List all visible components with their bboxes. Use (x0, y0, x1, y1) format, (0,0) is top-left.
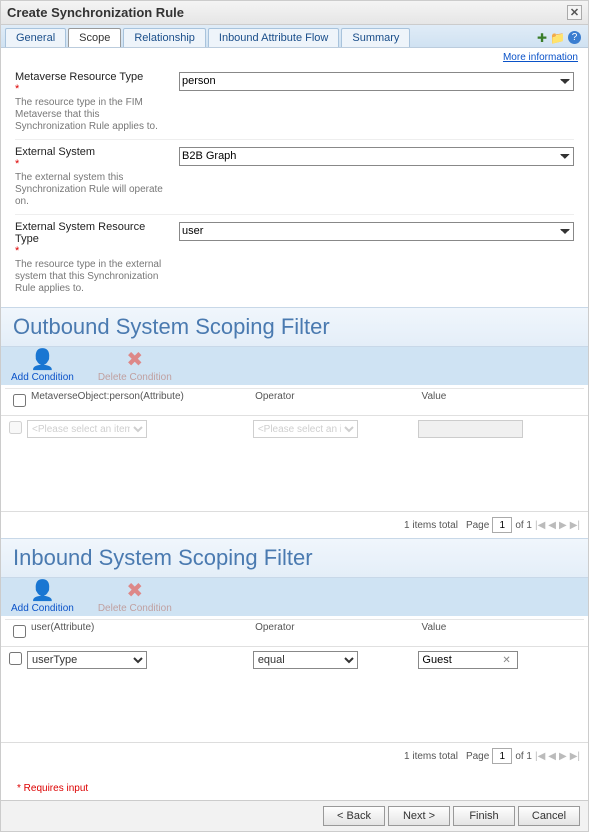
dialog-title: Create Synchronization Rule (7, 5, 184, 20)
person-plus-icon: 👤 (30, 350, 55, 372)
ext-type-label: External System Resource Type (15, 221, 167, 245)
tab-strip: General Scope Relationship Inbound Attri… (1, 25, 588, 48)
outbound-delete-condition: ✖ Delete Condition (98, 350, 172, 383)
inbound-footer: 1 items total Page of 1 |◀ ◀ ▶ ▶| (1, 742, 588, 769)
outbound-op-select: <Please select an item> (253, 420, 358, 438)
person-plus-icon: 👤 (30, 581, 55, 603)
inbound-toolbar: 👤 Add Condition ✖ Delete Condition (1, 578, 588, 616)
clear-input-icon[interactable]: ✕ (502, 655, 510, 666)
outbound-col-val: Value (418, 388, 584, 412)
inbound-col-op: Operator (251, 619, 417, 643)
next-page-icon[interactable]: ▶ (559, 751, 567, 762)
last-page-icon[interactable]: ▶| (570, 520, 580, 531)
outbound-heading: Outbound System Scoping Filter (1, 307, 588, 347)
metaverse-type-label: Metaverse Resource Type (15, 71, 167, 83)
required-marker: * (15, 245, 19, 257)
inbound-page-input[interactable] (492, 748, 512, 764)
finish-button[interactable]: Finish (453, 806, 515, 826)
outbound-page-input[interactable] (492, 517, 512, 533)
outbound-val-input (418, 420, 523, 438)
outbound-select-all[interactable] (13, 394, 26, 407)
outbound-row-check (9, 421, 22, 434)
metaverse-type-desc: The resource type in the FIM Metaverse t… (15, 97, 167, 133)
outbound-col-attr: MetaverseObject:person(Attribute) (27, 388, 251, 412)
inbound-select-all[interactable] (13, 625, 26, 638)
outbound-footer: 1 items total Page of 1 |◀ ◀ ▶ ▶| (1, 511, 588, 538)
metaverse-type-select[interactable]: person (179, 72, 574, 91)
ext-system-desc: The external system this Synchronization… (15, 172, 167, 208)
outbound-row: <Please select an item> <Please select a… (1, 416, 588, 441)
required-note: * Requires input (1, 769, 588, 800)
tab-scope[interactable]: Scope (68, 28, 121, 47)
ext-type-desc: The resource type in the external system… (15, 259, 167, 295)
button-bar: < Back Next > Finish Cancel (1, 800, 588, 831)
tab-relationship[interactable]: Relationship (123, 28, 206, 47)
outbound-add-condition[interactable]: 👤 Add Condition (11, 350, 74, 383)
inbound-heading: Inbound System Scoping Filter (1, 538, 588, 578)
folder-icon[interactable]: 📁 (550, 31, 565, 45)
inbound-grid-header: user(Attribute) Operator Value (1, 616, 588, 647)
inbound-add-condition[interactable]: 👤 Add Condition (11, 581, 74, 614)
outbound-grid-header: MetaverseObject:person(Attribute) Operat… (1, 385, 588, 416)
required-marker: * (15, 158, 19, 170)
delete-x-icon: ✖ (126, 350, 143, 372)
inbound-delete-condition: ✖ Delete Condition (98, 581, 172, 614)
close-icon[interactable]: ✕ (567, 5, 582, 20)
ext-type-select[interactable]: user (179, 222, 574, 241)
next-page-icon[interactable]: ▶ (559, 520, 567, 531)
tab-inbound-attr-flow[interactable]: Inbound Attribute Flow (208, 28, 339, 47)
inbound-attr-select[interactable]: userType (27, 651, 147, 669)
last-page-icon[interactable]: ▶| (570, 751, 580, 762)
tab-summary[interactable]: Summary (341, 28, 410, 47)
outbound-attr-select: <Please select an item> (27, 420, 147, 438)
back-button[interactable]: < Back (323, 806, 385, 826)
first-page-icon[interactable]: |◀ (535, 751, 545, 762)
inbound-items-total: 1 items total (404, 751, 458, 762)
next-button[interactable]: Next > (388, 806, 450, 826)
outbound-col-op: Operator (251, 388, 417, 412)
required-marker: * (15, 83, 19, 95)
prev-page-icon[interactable]: ◀ (548, 520, 556, 531)
inbound-row-check[interactable] (9, 652, 22, 665)
cancel-button[interactable]: Cancel (518, 806, 580, 826)
ext-system-label: External System (15, 146, 167, 158)
prev-page-icon[interactable]: ◀ (548, 751, 556, 762)
more-info-link[interactable]: More information (503, 52, 578, 63)
help-icon[interactable]: ? (568, 31, 581, 44)
delete-x-icon: ✖ (126, 581, 143, 603)
outbound-toolbar: 👤 Add Condition ✖ Delete Condition (1, 347, 588, 385)
first-page-icon[interactable]: |◀ (535, 520, 545, 531)
inbound-row: userType equal ✕ (1, 647, 588, 672)
new-item-icon[interactable]: ✚ (537, 31, 547, 45)
tab-general[interactable]: General (5, 28, 66, 47)
inbound-op-select[interactable]: equal (253, 651, 358, 669)
ext-system-select[interactable]: B2B Graph (179, 147, 574, 166)
outbound-items-total: 1 items total (404, 520, 458, 531)
title-bar: Create Synchronization Rule ✕ (1, 1, 588, 25)
inbound-col-attr: user(Attribute) (27, 619, 251, 643)
inbound-col-val: Value (418, 619, 584, 643)
